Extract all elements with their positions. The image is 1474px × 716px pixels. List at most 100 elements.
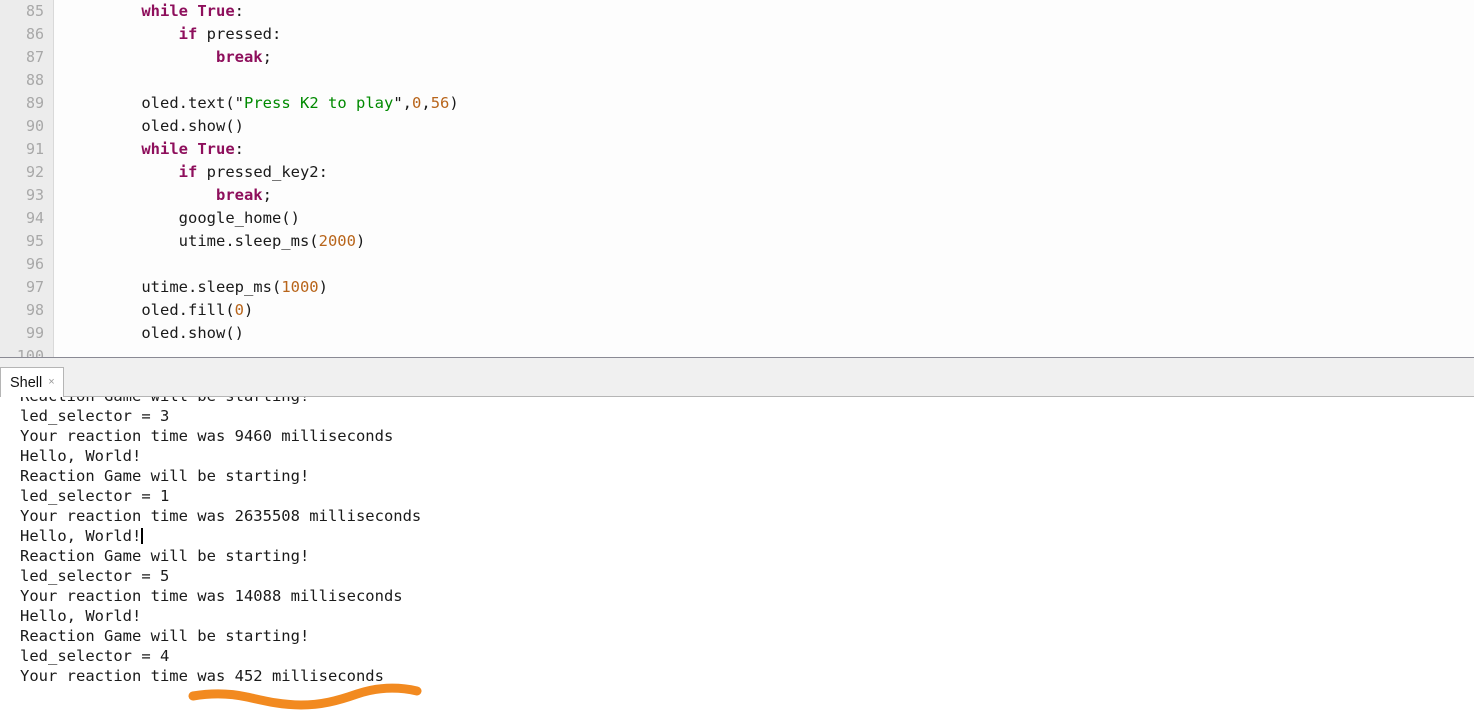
close-icon[interactable]: × — [48, 377, 54, 388]
code-token-pl: oled.show() — [104, 324, 244, 342]
code-token-num: 0 — [234, 301, 244, 319]
code-line[interactable]: oled.fill(0) — [55, 299, 1474, 322]
code-token-kw: while — [141, 140, 188, 158]
code-line[interactable]: oled.text("Press K2 to play",0,56) — [55, 92, 1474, 115]
shell-line-text: Hello, World! — [20, 607, 142, 625]
code-token-kw: break — [215, 186, 263, 204]
code-line[interactable] — [55, 253, 1474, 276]
code-token-pl: ; — [262, 48, 272, 66]
code-token-kw: while — [141, 2, 188, 20]
shell-output-line: Your reaction time was 2635508 milliseco… — [0, 506, 1474, 526]
code-line[interactable]: utime.sleep_ms(1000) — [55, 276, 1474, 299]
code-token-pl: ) — [449, 94, 459, 112]
code-token-bool: True — [197, 140, 235, 158]
shell-line-text: led_selector = 3 — [20, 407, 170, 425]
shell-line-text: Hello, World! — [20, 527, 142, 545]
code-token-q: " — [234, 94, 244, 112]
code-token-kw: if — [178, 25, 198, 43]
tab-shell[interactable]: Shell × — [0, 367, 64, 397]
shell-output-pane[interactable]: Reaction Game will be starting! led_selec… — [0, 397, 1474, 716]
line-number: 90 — [25, 117, 44, 135]
code-token-num: 2000 — [318, 232, 356, 250]
line-number: 95 — [25, 232, 44, 250]
code-editor-pane[interactable]: 85 86 87 88 89 90 91 92 93 94 95 96 97 98 99 100 while … — [0, 0, 1474, 357]
shell-output-line: Reaction Game will be starting! — [0, 397, 1474, 406]
code-line[interactable] — [55, 69, 1474, 92]
line-number-partial: 100 — [16, 347, 44, 357]
line-number: 85 — [25, 2, 44, 20]
code-line[interactable]: if pressed: — [55, 23, 1474, 46]
line-number: 99 — [25, 324, 44, 342]
text-caret — [141, 528, 144, 544]
line-number: 93 — [25, 186, 44, 204]
code-token-pl: google_home() — [104, 209, 300, 227]
shell-output-line: Reaction Game will be starting! — [0, 466, 1474, 486]
code-token-kw: break — [215, 48, 263, 66]
code-line[interactable]: while True: — [55, 0, 1474, 23]
shell-line-text: Your reaction time was 14088 millisecond… — [20, 587, 403, 605]
code-token-num: 0 — [412, 94, 422, 112]
code-token-pl: pressed_key2: — [197, 163, 328, 181]
shell-line-text: Your reaction time was 452 milliseconds — [20, 667, 384, 685]
code-line[interactable]: oled.show() — [55, 115, 1474, 138]
shell-output-line: Reaction Game will be starting! — [0, 626, 1474, 646]
code-token-pl: ) — [318, 278, 328, 296]
line-number: 87 — [25, 48, 44, 66]
code-text-area[interactable]: while True: if pressed: break; oled.text… — [55, 0, 1474, 357]
shell-output-line: Your reaction time was 9460 milliseconds — [0, 426, 1474, 446]
code-line[interactable]: while True: — [55, 138, 1474, 161]
shell-output-line: Your reaction time was 452 milliseconds — [0, 666, 1474, 686]
code-line[interactable]: break; — [55, 46, 1474, 69]
code-token-pl: oled.show() — [104, 117, 244, 135]
shell-output-line: Hello, World! — [0, 526, 1474, 546]
code-token-pl: pressed: — [197, 25, 282, 43]
shell-line-text: led_selector = 1 — [20, 487, 170, 505]
code-token-q: " — [393, 94, 403, 112]
code-line[interactable]: google_home() — [55, 207, 1474, 230]
shell-line-text: led_selector = 4 — [20, 647, 170, 665]
shell-line-text: Your reaction time was 2635508 milliseco… — [20, 507, 422, 525]
line-number: 98 — [25, 301, 44, 319]
tab-shell-label: Shell — [10, 374, 43, 391]
code-token-pl: ) — [244, 301, 254, 319]
line-number: 94 — [25, 209, 44, 227]
shell-line-text: Reaction Game will be starting! — [20, 627, 310, 645]
line-number: 89 — [25, 94, 44, 112]
shell-tab-bar: Shell × — [0, 366, 1474, 397]
line-number: 88 — [25, 71, 44, 89]
code-line[interactable]: utime.sleep_ms(2000) — [55, 230, 1474, 253]
shell-line-text: Your reaction time was 9460 milliseconds — [20, 427, 394, 445]
shell-output-line: Reaction Game will be starting! — [0, 546, 1474, 566]
shell-output-line: Hello, World! — [0, 606, 1474, 626]
shell-line-text: Hello, World! — [20, 447, 142, 465]
shell-line-text: Reaction Game will be starting! — [20, 547, 310, 565]
shell-scroll-content: Reaction Game will be starting! led_selec… — [0, 397, 1474, 686]
code-token-pl: : — [234, 2, 245, 20]
shell-output-line: led_selector = 4 — [0, 646, 1474, 666]
line-number: 96 — [25, 255, 44, 273]
shell-output-line: led_selector = 5 — [0, 566, 1474, 586]
code-line[interactable]: if pressed_key2: — [55, 161, 1474, 184]
code-line[interactable]: oled.show() — [55, 322, 1474, 345]
shell-line-text: Reaction Game will be starting! — [20, 467, 310, 485]
line-number: 91 — [25, 140, 44, 158]
code-token-pl: ; — [262, 186, 272, 204]
line-number: 92 — [25, 163, 44, 181]
code-line[interactable]: break; — [55, 184, 1474, 207]
line-number: 97 — [25, 278, 44, 296]
code-token-pl: : — [234, 140, 245, 158]
shell-output-line: Your reaction time was 14088 millisecond… — [0, 586, 1474, 606]
code-token-pl: oled.fill( — [104, 301, 235, 319]
code-token-pl: utime.sleep_ms( — [104, 232, 319, 250]
line-number-gutter: 85 86 87 88 89 90 91 92 93 94 95 96 97 98 99 100 — [0, 0, 54, 357]
code-token-pl: , — [402, 94, 412, 112]
code-token-pl: oled.text( — [104, 94, 235, 112]
